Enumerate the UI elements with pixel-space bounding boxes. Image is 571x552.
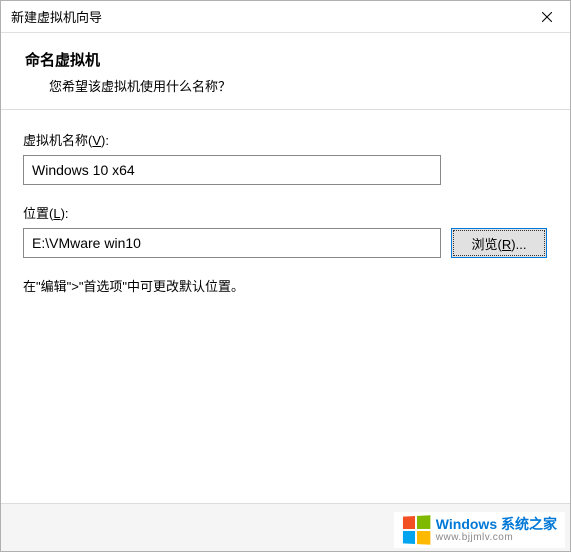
window-title: 新建虚拟机向导 — [11, 7, 102, 26]
default-location-note: 在"编辑">"首选项"中可更改默认位置。 — [23, 276, 548, 295]
next-button[interactable]: 下一 — [506, 514, 554, 542]
wizard-dialog: 新建虚拟机向导 命名虚拟机 您希望该虚拟机使用什么名称？ 虚拟机名称(V): 位… — [0, 0, 571, 552]
browse-button[interactable]: 浏览(R)... — [451, 228, 547, 258]
location-row: 浏览(R)... — [23, 228, 548, 258]
titlebar: 新建虚拟机向导 — [1, 1, 570, 33]
location-label: 位置(L): — [23, 203, 548, 222]
page-title: 命名虚拟机 — [25, 49, 546, 70]
wizard-content: 虚拟机名称(V): 位置(L): 浏览(R)... 在"编辑">"首选项"中可更… — [1, 110, 570, 503]
location-input[interactable] — [23, 228, 441, 258]
wizard-footer: < 上一步(B) 下一 — [1, 503, 570, 551]
vm-name-input[interactable] — [23, 155, 441, 185]
back-button[interactable]: < 上一步(B) — [400, 514, 500, 542]
page-subtitle: 您希望该虚拟机使用什么名称？ — [49, 76, 546, 95]
wizard-header: 命名虚拟机 您希望该虚拟机使用什么名称？ — [1, 33, 570, 110]
vm-name-label: 虚拟机名称(V): — [23, 130, 548, 149]
close-button[interactable] — [524, 1, 570, 33]
close-icon — [542, 12, 552, 22]
